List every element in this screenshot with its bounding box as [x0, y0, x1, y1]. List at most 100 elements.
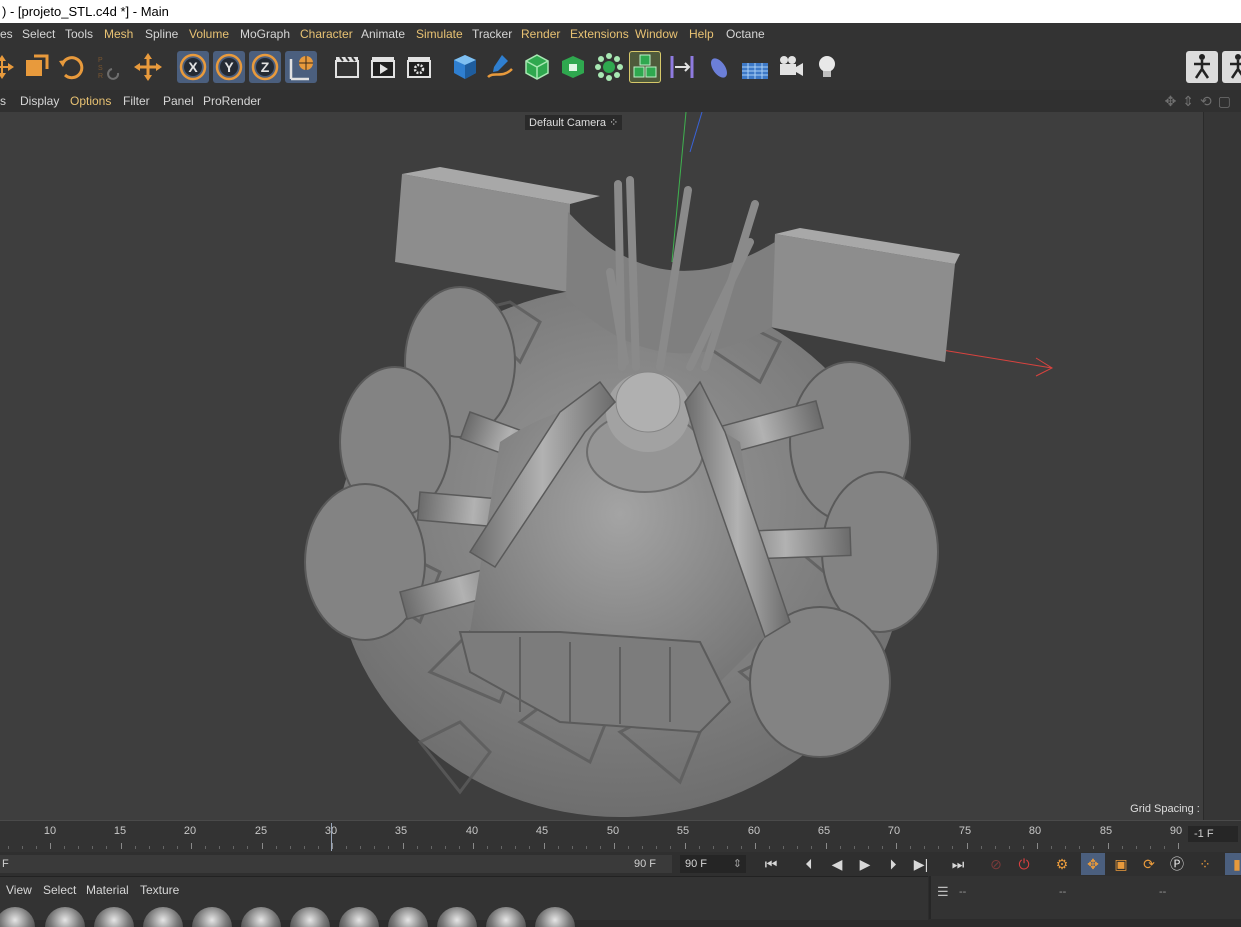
viewport-menu-display[interactable]: Display [20, 90, 59, 112]
menu-item-help[interactable]: Help [689, 23, 714, 45]
previous-key-icon[interactable]: ⏴ [797, 853, 821, 875]
menu-item-extensions[interactable]: Extensions [570, 23, 629, 45]
material-swatch[interactable] [486, 907, 526, 927]
viewport-menu-cameras[interactable]: s [0, 90, 6, 112]
material-swatch[interactable] [339, 907, 379, 927]
key-scale-icon[interactable]: ▣ [1109, 853, 1133, 875]
scale-tool-icon[interactable] [20, 51, 52, 83]
ruler-tick [92, 846, 94, 849]
stepper-icon[interactable]: ⇕ [733, 855, 742, 873]
next-frame-icon[interactable]: ⏵ [881, 853, 905, 875]
svg-text:S: S [98, 65, 103, 72]
menu-item-select[interactable]: Select [22, 23, 55, 45]
current-frame-field[interactable]: -1 F [1188, 826, 1238, 842]
material-swatch[interactable] [388, 907, 428, 927]
rotate-tool-icon[interactable] [55, 51, 87, 83]
play-icon[interactable]: ▶ [853, 853, 877, 875]
timeline-current-frame-marker[interactable] [331, 823, 332, 851]
menu-item-spline[interactable]: Spline [145, 23, 178, 45]
bend-deformer-icon[interactable] [666, 51, 698, 83]
move-tool-icon[interactable] [0, 51, 18, 83]
viewport-nav-icons[interactable]: ✥⇕⟲▢ [1165, 93, 1237, 110]
subdivision-surface-icon[interactable] [521, 51, 553, 83]
ruler-tick [78, 846, 80, 849]
extrude-icon[interactable] [557, 51, 589, 83]
hamburger-menu-icon[interactable]: ☰ [937, 884, 949, 900]
auto-key-icon[interactable]: ⏻ [1012, 853, 1036, 875]
material-swatch[interactable] [192, 907, 232, 927]
menu-item-tracker[interactable]: Tracker [472, 23, 512, 45]
material-swatch[interactable] [290, 907, 330, 927]
menu-item-simulate[interactable]: Simulate [416, 23, 463, 45]
viewport-camera-label[interactable]: Default Camera ⁘ [525, 115, 623, 130]
material-menu-view[interactable]: View [6, 883, 32, 897]
key-parameter-icon[interactable]: Ⓟ [1165, 853, 1189, 875]
ruler-tick [881, 846, 883, 849]
material-swatch[interactable] [45, 907, 85, 927]
recent-tools-icon[interactable]: PSR [92, 51, 124, 83]
material-menu-material[interactable]: Material [86, 883, 129, 897]
y-axis-lock-icon[interactable]: Y [213, 51, 245, 83]
menu-item-render[interactable]: Render [521, 23, 560, 45]
menu-item-mesh[interactable]: Mesh [104, 23, 133, 45]
array-icon[interactable] [593, 51, 625, 83]
viewport-menu-prorender[interactable]: ProRender [203, 90, 261, 112]
key-settings-icon[interactable]: ⚙ [1050, 853, 1074, 875]
coordinate-system-icon[interactable] [285, 51, 317, 83]
viewport-menu-filter[interactable]: Filter [123, 90, 150, 112]
ruler-label: 65 [817, 825, 831, 837]
menu-item-modes[interactable]: es [0, 23, 13, 45]
render-picture-viewer-icon[interactable] [367, 51, 399, 83]
ruler-tick [233, 846, 235, 849]
ruler-tick [1079, 846, 1081, 849]
ruler-label: 45 [535, 825, 549, 837]
floor-icon[interactable] [702, 51, 734, 83]
menu-item-character[interactable]: Character [300, 23, 353, 45]
camera-icon[interactable] [775, 51, 807, 83]
cloner-icon[interactable] [629, 51, 661, 83]
menu-item-mograph[interactable]: MoGraph [240, 23, 290, 45]
material-swatch[interactable] [437, 907, 477, 927]
material-swatch[interactable] [535, 907, 575, 927]
viewport-3d[interactable]: Default Camera ⁘ Grid Spacing : 100 cm [0, 112, 1203, 820]
end-frame-field[interactable]: 90 F ⇕ [680, 855, 746, 873]
render-settings-icon[interactable] [403, 51, 435, 83]
preview-range-slider[interactable] [0, 855, 672, 873]
record-keys-icon[interactable]: ⊘ [984, 853, 1008, 875]
cube-icon[interactable] [449, 51, 481, 83]
render-view-icon[interactable] [331, 51, 363, 83]
material-swatch[interactable] [94, 907, 134, 927]
timeline-layout-icon[interactable]: ▮ [1225, 853, 1241, 875]
light-icon[interactable] [811, 51, 843, 83]
material-menu-texture[interactable]: Texture [140, 883, 179, 897]
material-swatch[interactable] [241, 907, 281, 927]
previous-frame-icon[interactable]: ◀ [825, 853, 849, 875]
sky-icon[interactable] [739, 51, 771, 83]
timeline-ruler[interactable]: 10 15 20 25 30 35 40 45 50 55 60 65 70 7… [0, 820, 1241, 853]
move-arrows-icon[interactable] [132, 51, 164, 83]
key-pla-icon[interactable]: ⁘ [1193, 853, 1217, 875]
menu-item-animate[interactable]: Animate [361, 23, 405, 45]
go-to-end-icon[interactable]: ⏭ [946, 853, 970, 875]
material-menu-select[interactable]: Select [43, 883, 76, 897]
snap-icon[interactable] [1186, 51, 1218, 83]
key-position-icon[interactable]: ✥ [1081, 853, 1105, 875]
grid-spacing-label: Grid Spacing : 100 cm [1130, 803, 1203, 815]
menu-item-tools[interactable]: Tools [65, 23, 93, 45]
menu-item-volume[interactable]: Volume [189, 23, 229, 45]
viewport-menu-panel[interactable]: Panel [163, 90, 194, 112]
ruler-tick [162, 846, 164, 849]
z-axis-lock-icon[interactable]: Z [249, 51, 281, 83]
pen-spline-icon[interactable] [484, 51, 516, 83]
menu-item-octane[interactable]: Octane [726, 23, 765, 45]
viewport-menu-options[interactable]: Options [70, 90, 111, 112]
material-swatch[interactable] [143, 907, 183, 927]
key-rotation-icon[interactable]: ⟳ [1137, 853, 1161, 875]
next-key-icon[interactable]: ▶| [909, 853, 933, 875]
start-frame-field[interactable]: F [0, 855, 32, 873]
material-swatch[interactable] [0, 907, 35, 927]
workplane-icon[interactable] [1222, 51, 1241, 83]
x-axis-lock-icon[interactable]: X [177, 51, 209, 83]
menu-item-window[interactable]: Window [635, 23, 678, 45]
go-to-start-icon[interactable]: ⏮ [759, 853, 783, 875]
